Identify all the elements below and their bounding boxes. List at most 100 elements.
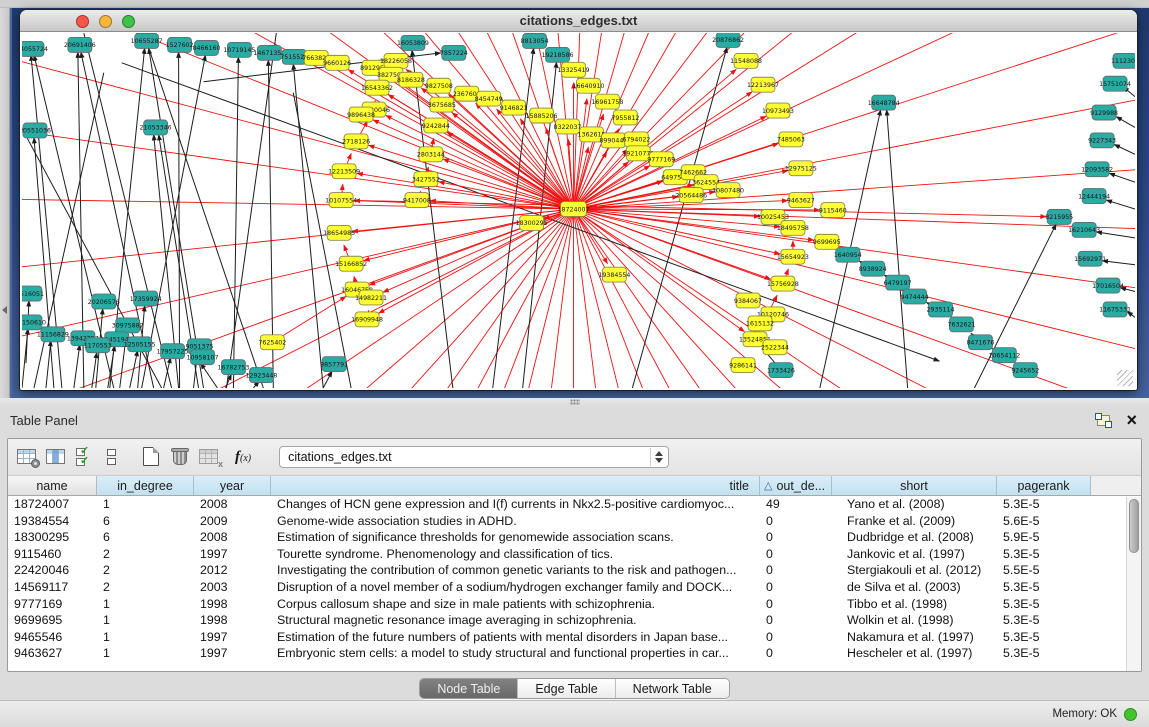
graph-node[interactable]: 8938924: [859, 261, 887, 276]
graph-node[interactable]: 15654923: [777, 249, 809, 264]
tab-network-table[interactable]: Network Table: [615, 679, 729, 698]
table-cell[interactable]: 2: [97, 562, 194, 579]
table-cell[interactable]: 2: [97, 579, 194, 596]
table-cell[interactable]: 0: [760, 596, 832, 613]
table-cell[interactable]: Changes of HCN gene expression and I(f) …: [271, 496, 760, 513]
table-row[interactable]: 1872400712008Changes of HCN gene express…: [8, 496, 1141, 513]
table-cell[interactable]: 1: [97, 645, 194, 662]
zoom-window-button[interactable]: [122, 15, 135, 28]
table-cell[interactable]: Franke et al. (2009): [832, 513, 997, 530]
graph-node[interactable]: 7857224: [440, 45, 468, 60]
table-cell[interactable]: 9777169: [8, 596, 97, 613]
table-cell[interactable]: 5.3E-5: [997, 546, 1091, 563]
graph-node[interactable]: 21053346: [140, 120, 172, 135]
table-cell[interactable]: 2008: [194, 496, 271, 513]
graph-node[interactable]: 19218586: [542, 47, 574, 62]
table-cell[interactable]: 5.3E-5: [997, 579, 1091, 596]
graph-node[interactable]: 16640910: [572, 78, 604, 93]
panel-collapse-grip[interactable]: [2, 306, 7, 314]
column-header-name[interactable]: name: [8, 476, 97, 495]
table-cell[interactable]: 2009: [194, 513, 271, 530]
table-cell[interactable]: Corpus callosum shape and size in male p…: [271, 596, 760, 613]
graph-node[interactable]: 9463627: [787, 193, 815, 208]
table-cell[interactable]: 6: [97, 513, 194, 530]
table-cell[interactable]: 9463627: [8, 645, 97, 662]
function-builder-icon[interactable]: f(x): [235, 449, 251, 466]
graph-node[interactable]: 8466160: [193, 40, 221, 55]
table-cell[interactable]: 1998: [194, 596, 271, 613]
table-cell[interactable]: 0: [760, 629, 832, 646]
table-cell[interactable]: 1: [97, 496, 194, 513]
table-cell[interactable]: 9699695: [8, 612, 97, 629]
table-disabled-icon[interactable]: x: [198, 447, 222, 467]
graph-node[interactable]: 18724007: [558, 202, 590, 217]
graph-node[interactable]: 9384067: [734, 293, 762, 308]
graph-node[interactable]: 15885206: [526, 108, 558, 123]
graph-node[interactable]: 2718126: [342, 134, 370, 149]
graph-node[interactable]: 11156829: [37, 327, 69, 342]
graph-node[interactable]: 9245652: [1011, 363, 1039, 378]
tab-edge-table[interactable]: Edge Table: [517, 679, 614, 698]
graph-node[interactable]: 9660126: [323, 55, 351, 70]
graph-node[interactable]: 13325419: [558, 62, 590, 77]
table-cell[interactable]: 1: [97, 596, 194, 613]
table-cell[interactable]: 0: [760, 529, 832, 546]
table-cell[interactable]: Tibbo et al. (1998): [832, 596, 997, 613]
table-cell[interactable]: 22420046: [8, 562, 97, 579]
graph-node[interactable]: 10973493: [762, 103, 794, 118]
graph-node[interactable]: 6794022: [622, 132, 650, 147]
graph-node[interactable]: 1527602: [166, 37, 194, 52]
table-cell[interactable]: 0: [760, 645, 832, 662]
table-cell[interactable]: 18724007: [8, 496, 97, 513]
graph-node[interactable]: 9896438: [347, 107, 375, 122]
graph-node[interactable]: 17016504: [1092, 278, 1124, 293]
table-cell[interactable]: Dudbridge et al. (2008): [832, 529, 997, 546]
graph-node[interactable]: 11548088: [730, 53, 762, 68]
table-options-icon[interactable]: [16, 447, 40, 467]
column-header-pagerank[interactable]: pagerank: [997, 476, 1091, 495]
graph-node[interactable]: 19384554: [598, 267, 630, 282]
table-cell[interactable]: Stergiakouli et al. (2012): [832, 562, 997, 579]
graph-node[interactable]: 20564486: [675, 188, 707, 203]
network-window-titlebar[interactable]: citations_edges.txt: [20, 10, 1137, 32]
graph-node[interactable]: 11675331: [1099, 302, 1131, 317]
column-header-in_degree[interactable]: in_degree: [97, 476, 194, 495]
table-cell[interactable]: Yano et al. (2008): [832, 496, 997, 513]
graph-node[interactable]: 12213509: [328, 164, 360, 179]
graph-node[interactable]: 12505155: [124, 337, 156, 352]
table-cell[interactable]: Tourette syndrome. Phenomenology and cla…: [271, 546, 760, 563]
graph-node[interactable]: 7955812: [611, 110, 639, 125]
table-vertical-scrollbar[interactable]: [1126, 497, 1141, 671]
table-cell[interactable]: 1997: [194, 645, 271, 662]
table-row[interactable]: 946554611997Estimation of the future num…: [8, 629, 1141, 646]
table-cell[interactable]: 18300295: [8, 529, 97, 546]
graph-node[interactable]: 10655287: [131, 33, 163, 48]
table-cell[interactable]: 5.3E-5: [997, 596, 1091, 613]
graph-node[interactable]: 14982211: [355, 290, 387, 305]
network-table-select[interactable]: citations_edges.txt: [279, 446, 669, 468]
table-row[interactable]: 1830029562008Estimation of significance …: [8, 529, 1141, 546]
table-cell[interactable]: Jankovic et al. (1997): [832, 546, 997, 563]
table-cell[interactable]: 2: [97, 546, 194, 563]
graph-node[interactable]: 24055724: [22, 41, 48, 56]
table-cell[interactable]: Investigating the contribution of common…: [271, 562, 760, 579]
graph-node[interactable]: 9417008: [403, 193, 431, 208]
graph-node[interactable]: 15166852: [335, 256, 367, 271]
close-window-button[interactable]: [76, 15, 89, 28]
graph-node[interactable]: 12093582: [1081, 162, 1113, 177]
table-cell[interactable]: 1997: [194, 546, 271, 563]
graph-node[interactable]: 7632621: [947, 317, 975, 332]
graph-node[interactable]: 1170553: [84, 338, 112, 353]
splitter-grip-icon[interactable]: [570, 399, 580, 405]
panel-splitter[interactable]: [0, 398, 1149, 406]
graph-node[interactable]: 17957225: [157, 344, 189, 359]
table-cell[interactable]: 1997: [194, 629, 271, 646]
graph-node[interactable]: 3427552: [412, 172, 440, 187]
graph-node[interactable]: 16648784: [868, 95, 900, 110]
graph-node[interactable]: 7485063: [777, 132, 805, 147]
table-row[interactable]: 1456911722003Disruption of a novel membe…: [8, 579, 1141, 596]
graph-node[interactable]: 12213967: [747, 77, 779, 92]
table-cell[interactable]: 5.3E-5: [997, 496, 1091, 513]
graph-node[interactable]: 18654985: [323, 225, 355, 240]
table-row[interactable]: 969969511998Structural magnetic resonanc…: [8, 612, 1141, 629]
